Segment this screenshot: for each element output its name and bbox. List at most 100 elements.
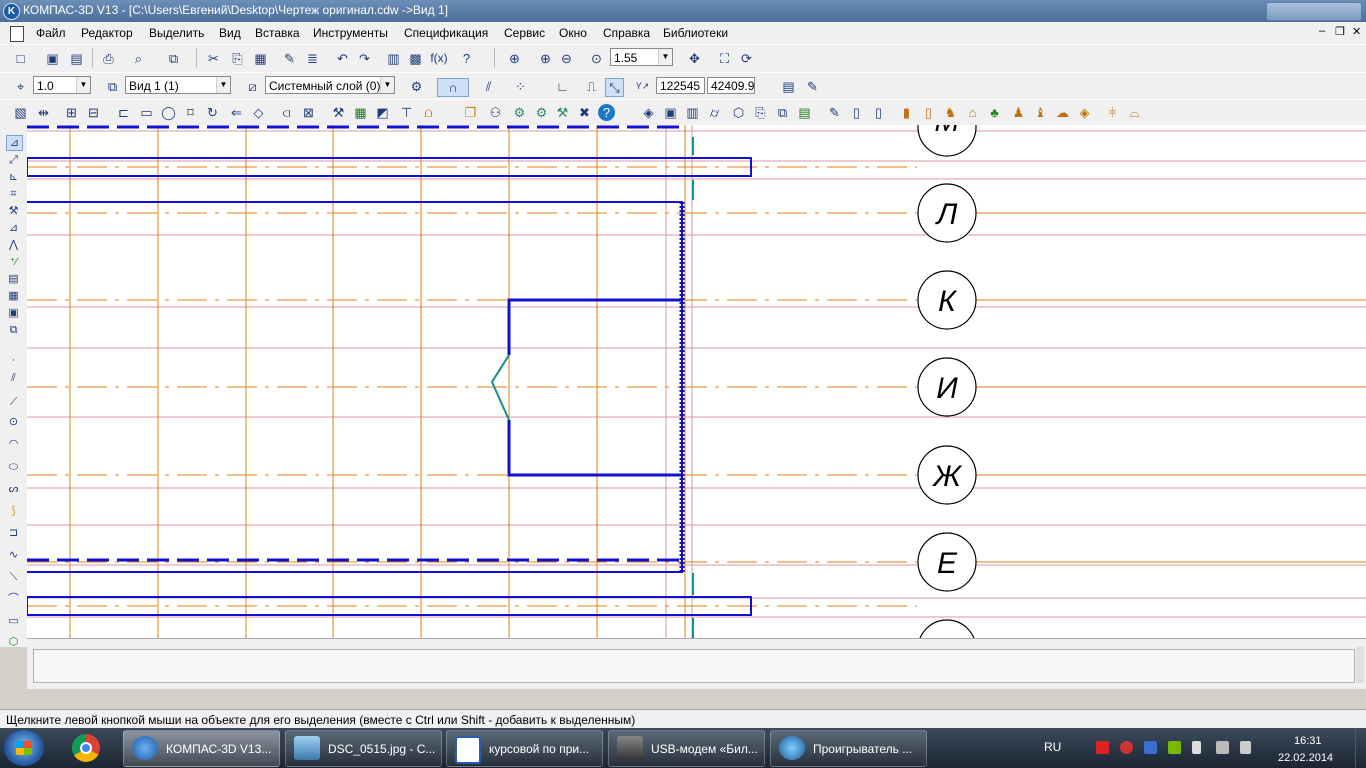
zoom-out-icon[interactable]: ⊖ <box>558 50 575 67</box>
doc-params-icon[interactable]: ▤ <box>780 78 797 95</box>
insert-tools-icon[interactable]: ▦ <box>6 289 21 303</box>
redo-icon[interactable]: ↷ <box>356 50 373 67</box>
tray-usb-icon[interactable] <box>1192 741 1201 754</box>
menu-tools[interactable]: Инструменты <box>313 26 388 40</box>
format-brush-icon[interactable]: ✎ <box>281 50 298 67</box>
tree-icon-lib[interactable]: ♣ <box>986 104 1003 121</box>
step-cursor-icon[interactable]: ⌖ <box>12 78 29 95</box>
grid-snap-icon[interactable]: ⊞ <box>63 104 80 121</box>
view-field[interactable]: Вид 1 (1) ▼ <box>125 76 231 94</box>
scrollbar[interactable] <box>1356 647 1364 683</box>
view-state-icon[interactable]: ⧉ <box>104 78 121 95</box>
tray-network-icon[interactable] <box>1216 741 1229 754</box>
sofa-icon[interactable]: ⌓ <box>1126 104 1143 121</box>
save-icon[interactable]: ▤ <box>68 50 85 67</box>
parameters-icon[interactable]: ⚙ <box>408 78 425 95</box>
chevron-down-icon[interactable]: ▼ <box>380 77 394 93</box>
tray-volume-icon[interactable] <box>1240 741 1251 754</box>
fillet-icon[interactable]: ⌒ <box>6 592 21 606</box>
rotate-icon[interactable]: ↻ <box>204 104 221 121</box>
chart-icon[interactable]: ⫏ <box>278 104 295 121</box>
tray-b-icon[interactable] <box>1144 741 1157 754</box>
point-icon[interactable]: · <box>6 353 21 367</box>
zoom-in-icon[interactable]: ⊕ <box>537 50 554 67</box>
layer-field[interactable]: Системный слой (0) ▼ <box>265 76 395 94</box>
zoom-field[interactable]: 1.55 ▼ <box>610 48 673 66</box>
mdi-minimize-icon[interactable]: – <box>1319 25 1325 37</box>
task-modem[interactable]: USB-модем «Бил... <box>608 730 765 767</box>
menu-window[interactable]: Окно <box>559 26 587 40</box>
symbols-icon[interactable]: ⊾ <box>6 170 21 184</box>
coord-y-field[interactable]: 42409.9 <box>707 77 755 94</box>
paste-icon[interactable]: ▦ <box>252 50 269 67</box>
cross-tools-icon[interactable]: ✖ <box>576 104 593 121</box>
menu-insert[interactable]: Вставка <box>255 26 300 40</box>
geometry-icon[interactable]: ⊿ <box>6 135 23 151</box>
show-all-icon[interactable]: ⛶ <box>716 50 733 67</box>
sheet-icon[interactable]: ⎘ <box>752 104 769 121</box>
layout-icon[interactable]: ⊟ <box>85 104 102 121</box>
fence-icon[interactable]: ⫩ <box>1104 104 1121 121</box>
house-icon[interactable]: ⌂ <box>964 104 981 121</box>
coord-x-field[interactable]: 122545 <box>656 77 705 94</box>
hatch-icon[interactable]: ▧ <box>12 104 29 121</box>
pin-icon[interactable]: ⊤ <box>398 104 415 121</box>
person-icon[interactable]: ♟ <box>1010 104 1027 121</box>
view-top-icon[interactable]: ▥ <box>684 104 701 121</box>
chevron-down-icon[interactable]: ▼ <box>216 77 230 93</box>
bezier-icon[interactable]: ⟆ <box>6 504 21 518</box>
zoom-scale-icon[interactable]: ⊙ <box>588 50 605 67</box>
diamond-icon[interactable]: ◇ <box>250 104 267 121</box>
layer-state-icon[interactable]: ⧄ <box>244 78 261 95</box>
drawing-area[interactable]: М Л К И Ж Е <box>27 125 1366 638</box>
chevron-down-icon[interactable]: ▼ <box>76 77 90 93</box>
select-tools-icon[interactable]: ⋀ <box>6 238 21 252</box>
stand-icon[interactable]: ♞ <box>942 104 959 121</box>
refresh-icon[interactable]: ⟳ <box>738 50 755 67</box>
task-kompas[interactable]: КОМПАС-3D V13... <box>123 730 280 767</box>
ortho-icon[interactable]: ∟ <box>554 78 571 95</box>
rectangle-icon[interactable]: ▭ <box>138 104 155 121</box>
chevron-down-icon[interactable]: ▼ <box>658 49 672 65</box>
grid-icon[interactable]: ⁘ <box>512 78 529 95</box>
document-icon[interactable] <box>10 26 24 42</box>
tray-antivirus-icon[interactable] <box>1120 741 1133 754</box>
network2-icon[interactable]: ⚙ <box>533 104 550 121</box>
menu-specification[interactable]: Спецификация <box>404 26 488 40</box>
aux-line-icon[interactable]: ⫽ <box>6 371 21 385</box>
book-icon[interactable]: ▮ <box>898 104 915 121</box>
task-word[interactable]: курсовой по при... <box>446 730 603 767</box>
node-icon[interactable]: ⌑ <box>182 104 199 121</box>
edit-icon[interactable]: ✎ <box>804 78 821 95</box>
gear3d-icon[interactable]: ⬡ <box>730 104 747 121</box>
tray-nvidia-icon[interactable] <box>1168 741 1181 754</box>
window-controls[interactable] <box>1266 2 1362 21</box>
polygon-icon[interactable]: ⬡ <box>6 635 21 649</box>
polyline-icon[interactable]: ⊐ <box>6 526 21 540</box>
cloud-icon[interactable]: ☁ <box>1054 104 1071 121</box>
property-panel-area[interactable] <box>33 649 1355 683</box>
cursor-coord-icon[interactable]: ⤡ <box>605 78 624 97</box>
ellipse-icon[interactable]: ⬭ <box>6 460 21 474</box>
params-icon[interactable]: ⚒ <box>6 204 21 218</box>
pan-icon[interactable]: ✥ <box>686 50 703 67</box>
menu-select[interactable]: Выделить <box>149 26 204 40</box>
function-icon[interactable]: f(x) <box>428 50 450 67</box>
nurbs-icon[interactable]: ∿ <box>6 548 21 562</box>
show-desktop-button[interactable] <box>1355 728 1366 768</box>
arch-icon[interactable]: ⩍ <box>420 104 437 121</box>
edit-tools-icon[interactable]: ⌗ <box>6 187 21 201</box>
menu-view[interactable]: Вид <box>219 26 241 40</box>
snap-magnet-icon[interactable]: ∩ <box>437 78 469 97</box>
copy-icon[interactable]: ⎘ <box>229 50 246 67</box>
fill-icon[interactable]: ◩ <box>374 104 391 121</box>
language-indicator[interactable]: RU <box>1044 740 1061 754</box>
circle-tool-icon[interactable]: ◯ <box>160 104 177 121</box>
menu-service[interactable]: Сервис <box>504 26 545 40</box>
round-icon[interactable]: ⎍ <box>583 78 600 95</box>
chrome-icon[interactable] <box>72 734 100 762</box>
dimensions-icon[interactable]: ⤢ <box>6 153 21 167</box>
spec-tools-icon[interactable]: ⁺∕ <box>6 255 21 269</box>
help-icon[interactable]: ? <box>598 104 615 121</box>
help-pointer-icon[interactable]: ? <box>458 50 475 67</box>
